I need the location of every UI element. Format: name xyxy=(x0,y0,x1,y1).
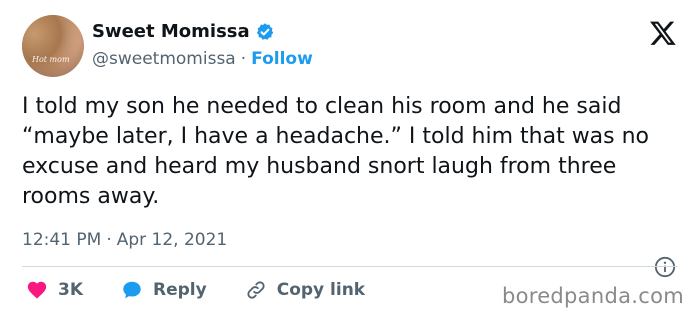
link-icon xyxy=(247,281,265,299)
info-icon[interactable] xyxy=(654,256,676,278)
like-count: 3K xyxy=(58,280,84,300)
meta-separator: · xyxy=(106,230,112,250)
handle-row: @sweetmomissa · Follow xyxy=(92,49,313,69)
copy-link-label: Copy link xyxy=(276,280,366,300)
tweet-meta: 12:41 PM · Apr 12, 2021 xyxy=(22,230,227,250)
tweet-text: I told my son he needed to clean his roo… xyxy=(22,94,650,209)
tweet-time[interactable]: 12:41 PM xyxy=(22,230,101,250)
watermark: boredpanda.com xyxy=(501,284,684,308)
reply-bubble-icon xyxy=(123,281,141,299)
action-bar: 3K Reply Copy link xyxy=(26,279,403,301)
avatar-hair xyxy=(22,15,84,77)
display-name[interactable]: Sweet Momissa xyxy=(92,21,250,42)
divider xyxy=(22,266,678,267)
avatar[interactable]: Hot mom xyxy=(22,15,84,77)
avatar-overlay-text: Hot mom xyxy=(32,55,70,64)
tweet-date[interactable]: Apr 12, 2021 xyxy=(117,230,228,250)
handle[interactable]: @sweetmomissa xyxy=(92,49,236,69)
like-button[interactable]: 3K xyxy=(26,279,83,301)
handle-separator: · xyxy=(240,49,247,69)
reply-label: Reply xyxy=(153,280,207,300)
copy-link-button[interactable]: Copy link xyxy=(245,279,365,301)
heart-icon xyxy=(27,281,47,299)
verified-badge-icon xyxy=(256,22,273,40)
x-logo-icon[interactable] xyxy=(649,19,677,47)
reply-button[interactable]: Reply xyxy=(121,279,207,301)
follow-button[interactable]: Follow xyxy=(251,49,313,69)
author-name-row: Sweet Momissa xyxy=(92,21,275,42)
